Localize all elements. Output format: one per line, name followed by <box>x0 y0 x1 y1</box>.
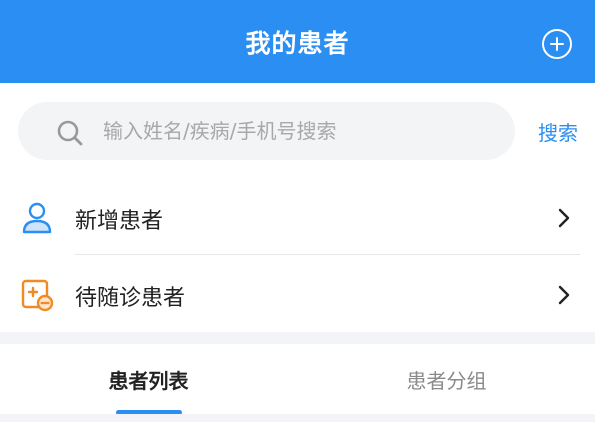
pending-followup-label: 待随诊患者 <box>75 286 186 311</box>
tab-patient-groups[interactable]: 患者分组 <box>298 344 595 414</box>
search-button[interactable]: 搜索 <box>538 117 578 146</box>
search-input[interactable] <box>103 102 503 160</box>
app-header: 我的患者 <box>0 0 595 83</box>
followup-icon <box>21 279 54 312</box>
tab-patient-list[interactable]: 患者列表 <box>0 344 297 414</box>
pending-followup-item[interactable]: 待随诊患者 <box>0 256 595 332</box>
tab-patient-list-label: 患者列表 <box>108 368 189 393</box>
tab-patient-groups-label: 患者分组 <box>406 368 487 393</box>
section-gap <box>0 332 595 344</box>
search-field[interactable] <box>18 102 515 160</box>
add-patient-item[interactable]: 新增患者 <box>0 179 595 255</box>
bottom-strip <box>0 414 595 422</box>
menu-divider <box>75 254 580 255</box>
page-title: 我的患者 <box>245 28 350 58</box>
add-patient-icon[interactable] <box>542 29 572 59</box>
search-icon <box>57 120 83 146</box>
user-icon <box>22 202 52 234</box>
add-patient-label: 新增患者 <box>75 209 164 234</box>
chevron-right-icon <box>558 208 570 228</box>
search-bar: 搜索 <box>0 83 595 179</box>
tab-bar: 患者列表 患者分组 <box>0 344 595 422</box>
chevron-right-icon <box>558 285 570 305</box>
